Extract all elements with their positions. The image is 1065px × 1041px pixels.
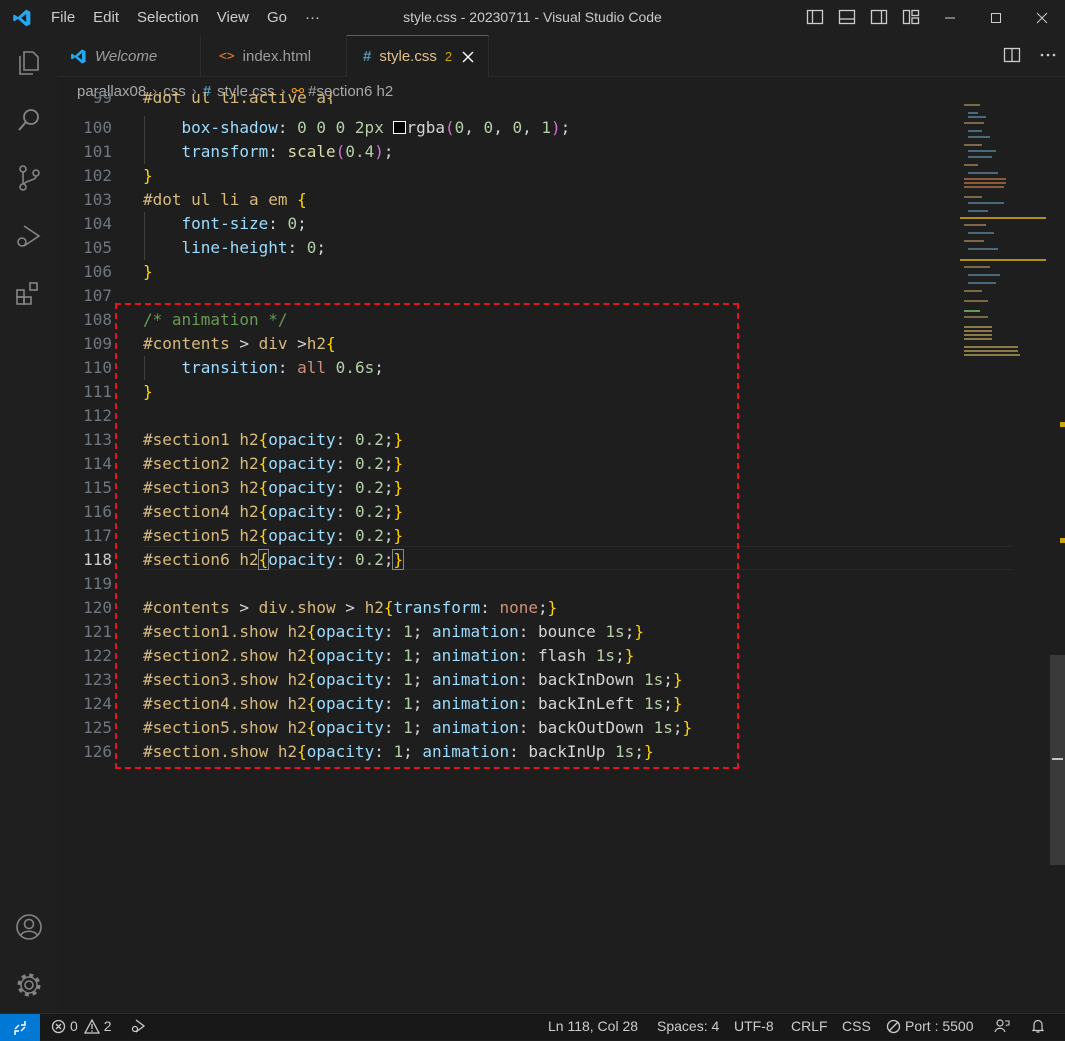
remote-icon xyxy=(14,1020,26,1035)
warning-count: 2 xyxy=(103,1018,112,1034)
language-mode[interactable]: CSS xyxy=(842,1018,871,1034)
problems-indicator[interactable]: 0 2 xyxy=(51,1018,112,1034)
maximize-icon xyxy=(991,12,1001,23)
minimap[interactable] xyxy=(960,100,1050,380)
tab-index-html[interactable]: <> index.html xyxy=(201,35,347,77)
code-text: box-shadow: 0 0 0 2px rgba(0, 0, 0, 1); xyxy=(181,118,571,137)
minimize-button[interactable] xyxy=(927,0,973,35)
tab-welcome[interactable]: Welcome xyxy=(58,35,201,77)
customize-layout-icon[interactable] xyxy=(902,8,920,26)
live-server-port[interactable]: Port : 5500 xyxy=(886,1018,974,1034)
run-debug-icon[interactable] xyxy=(14,221,44,251)
warning-icon xyxy=(83,1018,100,1034)
hash-icon: # xyxy=(363,48,372,65)
person-feedback-icon xyxy=(994,1019,1010,1033)
code-text: } xyxy=(143,262,153,281)
vscode-logo-icon xyxy=(13,9,31,27)
remote-indicator-button[interactable] xyxy=(0,1014,40,1041)
html-code-icon: <> xyxy=(219,48,235,64)
extensions-icon[interactable] xyxy=(14,279,44,309)
code-text: font-size: 0; xyxy=(181,214,307,233)
accounts-icon[interactable] xyxy=(14,912,44,942)
code-text: transform: scale(0.4); xyxy=(181,142,394,161)
source-control-icon[interactable] xyxy=(14,163,44,193)
encoding[interactable]: UTF-8 xyxy=(734,1018,774,1034)
close-tab-icon[interactable] xyxy=(462,51,474,63)
editor-tab-bar: Welcome <> index.html # style.css 2 xyxy=(58,35,1065,77)
menu-selection[interactable]: Selection xyxy=(128,9,208,26)
indentation[interactable]: Spaces: 4 xyxy=(657,1018,719,1034)
status-bar: 0 2 Ln 118, Col 28 Spaces: 4 UTF-8 CRLF … xyxy=(0,1013,1065,1041)
title-bar: File Edit Selection View Go ··· style.cs… xyxy=(0,0,1065,35)
cursor-position[interactable]: Ln 118, Col 28 xyxy=(548,1018,638,1034)
toggle-panel-icon[interactable] xyxy=(838,8,856,26)
close-icon xyxy=(1036,12,1048,23)
settings-gear-icon[interactable] xyxy=(14,970,44,1000)
code-text: line-height: 0; xyxy=(181,238,327,257)
explorer-icon[interactable] xyxy=(14,48,44,78)
maximize-button[interactable] xyxy=(973,0,1019,35)
search-icon[interactable] xyxy=(14,105,44,135)
more-actions-icon[interactable] xyxy=(1039,46,1057,64)
end-of-line[interactable]: CRLF xyxy=(791,1018,828,1034)
error-icon xyxy=(51,1019,66,1033)
menu-more[interactable]: ··· xyxy=(296,9,329,26)
debug-launch-button[interactable] xyxy=(130,1018,146,1034)
menu-go[interactable]: Go xyxy=(258,9,296,26)
vertical-scrollbar[interactable] xyxy=(1050,77,1065,1013)
menu-edit[interactable]: Edit xyxy=(84,9,128,26)
code-text: #dot ul li.active a{ xyxy=(143,92,336,104)
error-count: 0 xyxy=(70,1018,78,1034)
menu-bar: File Edit Selection View Go ··· xyxy=(42,0,329,35)
tab-label: index.html xyxy=(242,47,312,65)
split-editor-icon[interactable] xyxy=(1003,46,1021,64)
notifications-button[interactable] xyxy=(1030,1018,1046,1034)
code-line: 99 #dot ul li.active a{ xyxy=(58,92,658,104)
tab-style-css[interactable]: # style.css 2 xyxy=(347,35,489,77)
menu-file[interactable]: File xyxy=(42,9,84,26)
feedback-button[interactable] xyxy=(994,1018,1010,1034)
color-swatch-icon xyxy=(393,121,407,134)
close-window-button[interactable] xyxy=(1019,0,1065,35)
tab-label: style.css xyxy=(379,48,437,65)
minimize-icon xyxy=(945,17,955,18)
code-text: } xyxy=(143,166,153,185)
highlight-annotation-box xyxy=(115,303,739,769)
scrollbar-thumb[interactable] xyxy=(1050,655,1065,865)
bell-icon xyxy=(1031,1019,1045,1033)
no-entry-icon xyxy=(886,1019,901,1033)
menu-view[interactable]: View xyxy=(208,9,258,26)
tab-label: Welcome xyxy=(95,47,158,65)
code-text: #dot ul li a em { xyxy=(143,190,307,209)
toggle-primary-sidebar-icon[interactable] xyxy=(806,8,824,26)
run-debug-icon xyxy=(131,1019,146,1033)
activity-bar xyxy=(0,35,58,1013)
vscode-logo-icon xyxy=(71,48,86,64)
toggle-secondary-sidebar-icon[interactable] xyxy=(870,8,888,26)
problem-count-badge: 2 xyxy=(444,49,453,64)
